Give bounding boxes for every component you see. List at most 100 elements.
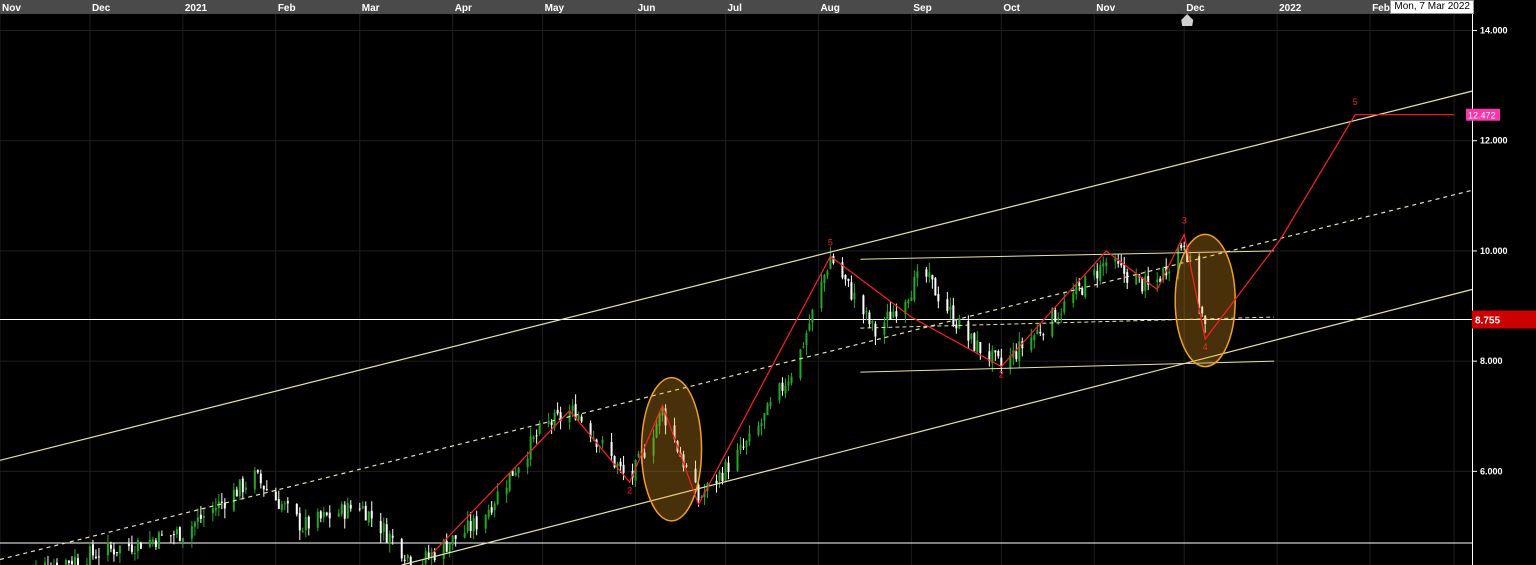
candle-body (979, 342, 982, 354)
candle-body (64, 559, 67, 565)
candle-body (958, 318, 961, 329)
candle-body (886, 311, 889, 321)
candle-body (799, 349, 802, 379)
candle-body (781, 382, 784, 391)
candle-body (361, 505, 364, 509)
x-tick-label: Dec (92, 3, 111, 14)
candle-body (865, 310, 868, 313)
candle-body (322, 512, 325, 518)
x-tick-label: Sep (913, 3, 931, 14)
candle-body (601, 439, 604, 444)
candle-body (874, 323, 877, 337)
candle-body (253, 470, 256, 490)
candle-body (304, 517, 307, 531)
candle-body (427, 552, 430, 558)
candle-body (148, 539, 151, 547)
y-tick-label: 14.000 (1480, 26, 1508, 36)
wave-label: 2 (627, 485, 632, 495)
candle-body (805, 333, 808, 346)
candle-body (493, 503, 496, 511)
candle-body (262, 485, 265, 490)
candle-body (724, 461, 727, 481)
candle-body (532, 436, 535, 440)
candle-body (340, 503, 343, 515)
candle-body (202, 515, 205, 518)
candle-body (115, 551, 118, 553)
candle-body (316, 511, 319, 528)
candle-body (913, 276, 916, 301)
y-tick-label: 6.000 (1480, 466, 1503, 476)
candle-body (1054, 309, 1057, 322)
candle-body (1081, 288, 1084, 295)
candle-body (106, 542, 109, 556)
candle-body (139, 542, 142, 549)
candle-body (1144, 276, 1147, 291)
candle-body (910, 297, 913, 302)
candle-body (937, 293, 940, 302)
candle-body (556, 409, 559, 414)
candle-body (850, 282, 853, 300)
candle-body (391, 535, 394, 538)
candle-body (619, 461, 622, 467)
candle-body (715, 480, 718, 484)
candle-body (136, 539, 139, 551)
candle-body (364, 505, 367, 521)
candle-body (769, 401, 772, 407)
candle-body (610, 441, 613, 456)
candle-body (280, 504, 283, 511)
candle-body (955, 324, 958, 329)
candle-body (1078, 282, 1081, 286)
candle-body (358, 508, 361, 510)
candle-body (157, 532, 160, 550)
candle-body (196, 517, 199, 523)
candle-body (1123, 264, 1126, 274)
candle-body (91, 544, 94, 556)
candle-body (118, 545, 121, 554)
candle-body (1105, 262, 1108, 266)
price-chart[interactable]: Nov Dec 2021 Feb Mar Apr May Jun Jul Aug Sep Oct Nov… (0, 0, 1536, 565)
candle-body (787, 381, 790, 386)
highlight-ellipse (640, 376, 703, 522)
candle-body (307, 516, 310, 529)
candle-body (934, 278, 937, 296)
candle-body (496, 491, 499, 505)
candle-body (274, 491, 277, 501)
candle-body (472, 518, 475, 532)
candle-body (757, 425, 760, 435)
candle-body (112, 549, 115, 555)
candle-body (952, 305, 955, 325)
x-tick-label: Apr (455, 3, 472, 14)
candle-body (1156, 279, 1159, 283)
candle-body (577, 415, 580, 420)
candle-body (265, 489, 268, 491)
candle-body (154, 540, 157, 548)
candle-body (1072, 293, 1075, 303)
candle-body (199, 514, 202, 519)
candle-body (1183, 245, 1186, 247)
candle-body (346, 502, 349, 519)
candle-body (745, 441, 748, 447)
candle-body (784, 385, 787, 394)
candle-body (514, 472, 517, 476)
candle-body (409, 556, 412, 565)
x-tick-label: Dec (1186, 3, 1205, 14)
candle-body (1093, 269, 1096, 276)
candle-body (847, 278, 850, 281)
candle-body (844, 275, 847, 280)
candle-body (826, 271, 829, 276)
candle-body (286, 500, 289, 504)
candle-body (238, 479, 241, 497)
candle-body (547, 420, 550, 424)
candle-body (970, 333, 973, 340)
candle-body (214, 507, 217, 511)
candle-body (742, 446, 745, 448)
candle-body (76, 558, 79, 565)
x-tick-label: Nov (1096, 3, 1115, 14)
candle-body (175, 529, 178, 535)
candle-body (130, 544, 133, 552)
candle-body (73, 556, 76, 565)
y-tick-label: 10.000 (1480, 246, 1508, 256)
candle-body (928, 272, 931, 278)
candle-body (463, 532, 466, 538)
candle-body (169, 535, 172, 537)
